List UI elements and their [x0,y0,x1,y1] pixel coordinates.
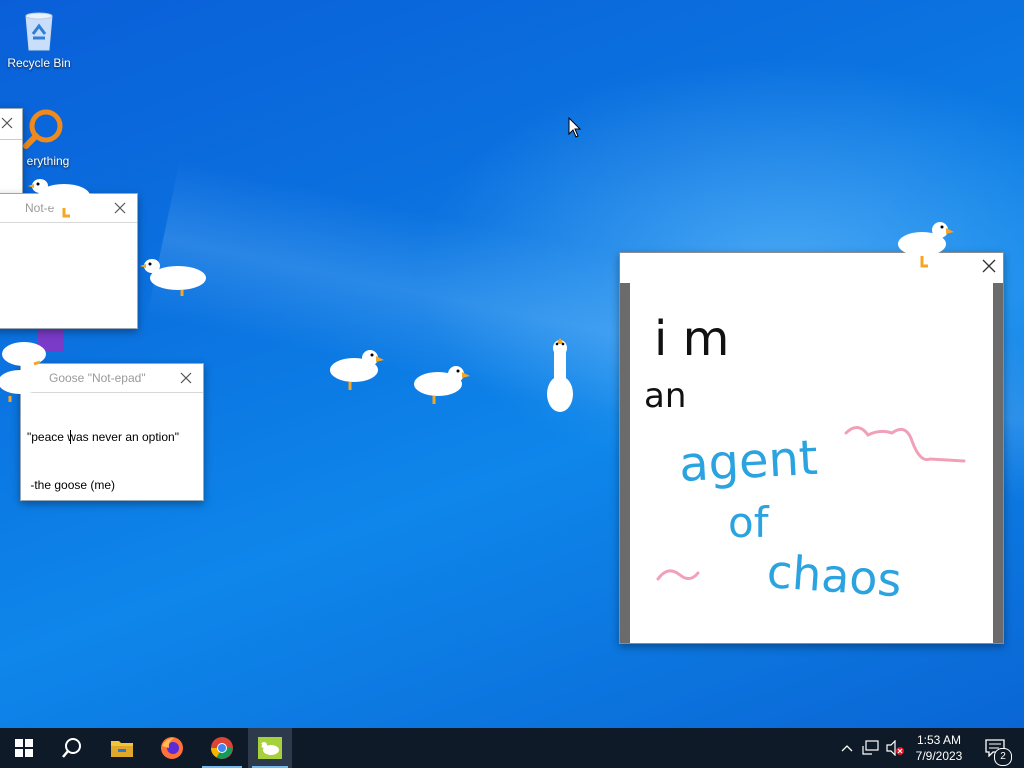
chrome-button[interactable] [198,728,246,768]
file-explorer-button[interactable] [98,728,146,768]
left-frame-bar [620,283,630,643]
close-icon[interactable] [175,367,197,389]
text-caret [70,430,71,444]
goose-sprite [0,342,46,402]
goose-app-icon [258,737,282,759]
folder-icon [111,741,133,757]
meme-text-chaos: chaos [765,544,903,607]
window-title: Goose "Not-epad" [49,371,146,385]
clock-time: 1:53 AM [916,733,962,747]
goose-sprite [547,338,573,412]
meme-text-i-m: i m [654,311,729,367]
meme-text-agent: agent [678,430,819,493]
show-hidden-icons-button[interactable] [838,728,856,768]
search-button[interactable] [48,728,96,768]
right-frame-bar [993,283,1003,643]
recycle-bin-icon [25,12,53,51]
mouse-cursor-icon [568,117,582,138]
network-icon [862,740,879,755]
windows-logo-icon [15,739,33,757]
meme-text-an: an [644,376,686,416]
network-button[interactable] [860,728,882,768]
desktop[interactable]: Recycle Bin erything Not-e Goose "Not-ep… [0,0,1024,728]
recycle-bin-shortcut[interactable]: Recycle Bin [2,8,76,70]
everything-label: erything [26,154,70,168]
note-line-quote: "peace was never an option" [27,430,179,444]
firefox-icon [161,737,183,759]
goose-sprite [330,350,384,390]
start-button[interactable] [0,728,48,768]
close-icon[interactable] [1,117,13,129]
goose-sprite [414,366,470,404]
search-icon [62,738,81,758]
pink-squiggle [656,569,700,581]
notification-count-badge: 2 [994,748,1012,766]
meme-text-of: of [728,498,770,547]
pink-scribble [844,426,966,463]
note-line-signature: -the goose (me) [27,478,116,492]
volume-muted-icon [886,740,904,756]
clock-date: 7/9/2023 [915,749,963,763]
goose-sprite [140,259,206,296]
chevron-up-icon [841,745,853,752]
close-icon[interactable] [982,259,996,273]
recycle-bin-label: Recycle Bin [7,56,71,70]
everything-search-icon [23,109,63,149]
desktop-goose-button[interactable] [248,728,292,768]
goose-meme-window[interactable]: i m an agent of chaos [619,252,1004,644]
volume-button[interactable] [884,728,906,768]
taskbar: 1:53 AM 7/9/2023 2 [0,728,1024,768]
chrome-icon [211,737,233,759]
meme-canvas: i m an agent of chaos [644,311,966,607]
goose-sprite [898,222,954,268]
goose-sprite [28,179,90,218]
clock-button[interactable]: 1:53 AM 7/9/2023 [910,728,968,768]
firefox-button[interactable] [148,728,196,768]
action-center-button[interactable]: 2 [978,728,1012,768]
close-icon[interactable] [109,197,131,219]
note-textarea[interactable]: "peace was never an option" -the goose (… [21,393,203,529]
